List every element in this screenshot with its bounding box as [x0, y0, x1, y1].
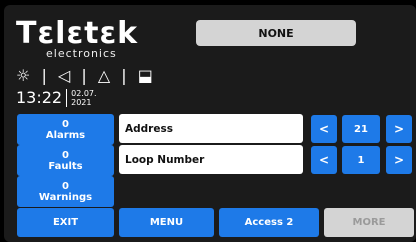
- access-level-button[interactable]: Access 2: [219, 208, 319, 237]
- loop-increase-button[interactable]: >: [386, 146, 412, 174]
- warnings-count: 0: [62, 180, 69, 192]
- warnings-button[interactable]: 0 Warnings: [17, 176, 114, 207]
- loop-decrease-button[interactable]: <: [311, 146, 337, 174]
- address-field[interactable]: Address: [119, 114, 303, 143]
- clock-date: 02.07. 2021: [71, 89, 96, 107]
- exit-button[interactable]: EXIT: [17, 208, 114, 237]
- warnings-label: Warnings: [38, 191, 93, 203]
- status-none-box: NONE: [196, 20, 356, 46]
- brightness-icon: ☼: [16, 66, 33, 85]
- faults-label: Faults: [48, 160, 83, 172]
- more-button[interactable]: MORE: [324, 208, 414, 237]
- faults-count: 0: [62, 149, 69, 161]
- fire-icon: △: [97, 66, 113, 85]
- alarms-label: Alarms: [45, 129, 86, 141]
- clock-divider: [66, 89, 68, 107]
- status-icons-row: ☼ | ◁ | △ | ⬓: [16, 66, 155, 85]
- brand-logo: Tεlεtεk electronics: [16, 16, 139, 60]
- address-value: 21: [342, 115, 380, 143]
- speaker-icon: ◁: [57, 66, 73, 85]
- address-increase-button[interactable]: >: [386, 115, 412, 143]
- loop-value: 1: [342, 146, 380, 174]
- clock-time: 13:22: [16, 88, 63, 107]
- clock-date-year: 2021: [71, 98, 92, 107]
- loop-number-field[interactable]: Loop Number: [119, 145, 303, 174]
- brand-name: Tεlεtεk: [16, 16, 139, 51]
- address-decrease-button[interactable]: <: [311, 115, 337, 143]
- faults-button[interactable]: 0 Faults: [17, 145, 114, 176]
- alarms-count: 0: [62, 118, 69, 130]
- alarms-button[interactable]: 0 Alarms: [17, 114, 114, 145]
- clock-date-day: 02.07.: [71, 89, 97, 98]
- clock: 13:22 02.07. 2021: [16, 88, 97, 108]
- extinguisher-icon: ⬓: [137, 66, 155, 85]
- menu-button[interactable]: MENU: [119, 208, 214, 237]
